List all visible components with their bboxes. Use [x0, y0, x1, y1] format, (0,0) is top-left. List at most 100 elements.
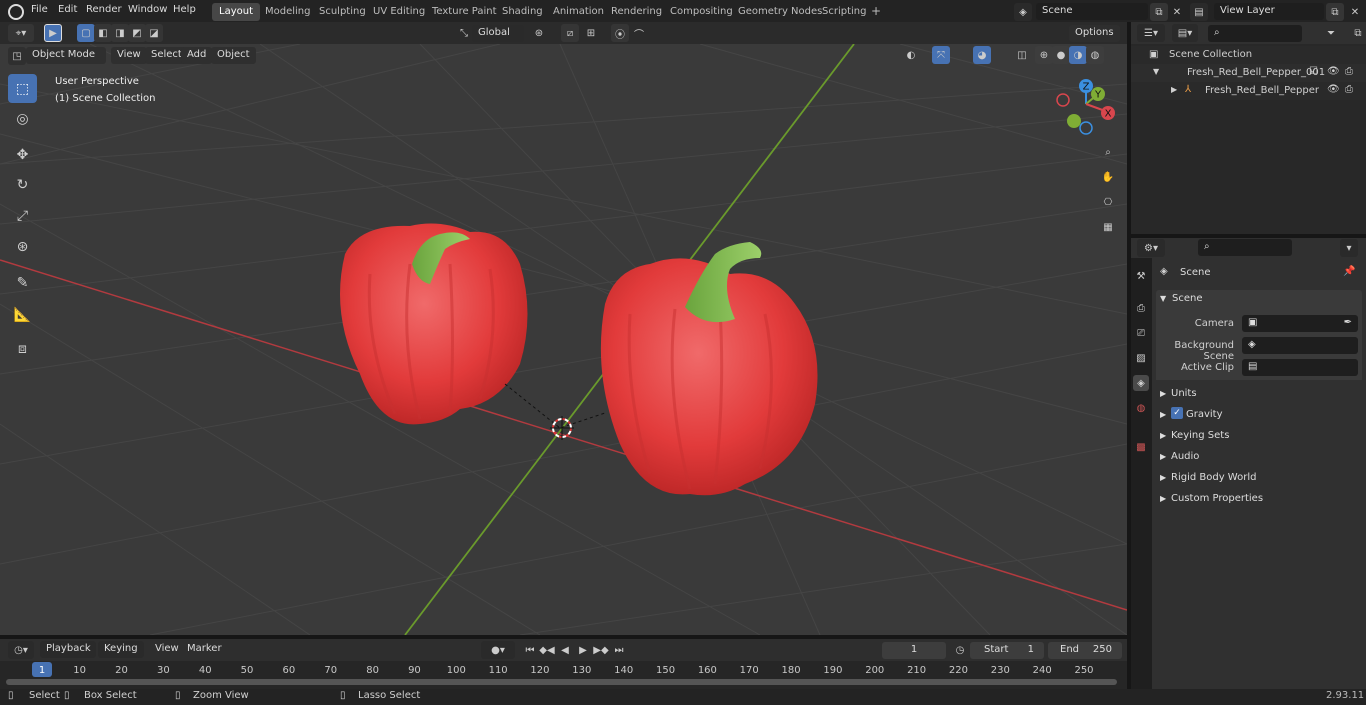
pepper-left[interactable]: [340, 223, 528, 425]
outliner-editor-type-icon[interactable]: ☰▾: [1137, 24, 1165, 42]
pivot-point-icon[interactable]: ⊛: [530, 24, 548, 42]
timeline-scrollbar[interactable]: [6, 679, 1117, 685]
tab-scripting[interactable]: Scripting: [815, 3, 873, 21]
tab-modeling[interactable]: Modeling: [258, 3, 318, 21]
select-mode-subtract-icon[interactable]: ◨: [111, 24, 129, 42]
add-workspace-button[interactable]: +: [866, 3, 886, 21]
view-layer-tab-icon[interactable]: ▨: [1133, 350, 1149, 366]
render-tab-icon[interactable]: ⎙: [1133, 300, 1149, 316]
scene-tab-icon[interactable]: ◈: [1133, 375, 1149, 391]
cursor-tool-icon[interactable]: ▶: [44, 24, 62, 42]
preview-range-icon[interactable]: ◷: [951, 641, 969, 659]
camera-view-icon[interactable]: ⎔: [1099, 193, 1117, 211]
menu-marker[interactable]: Marker: [181, 641, 228, 658]
ortho-grid-icon[interactable]: ▦: [1099, 218, 1117, 236]
texture-tab-icon[interactable]: ▩: [1133, 439, 1149, 455]
outliner-row[interactable]: ▣ Scene Collection: [1131, 46, 1366, 64]
shading-wireframe-icon[interactable]: ⊕: [1035, 46, 1053, 64]
transform-orientation-dropdown[interactable]: Global: [472, 25, 524, 42]
transform-orientation-icon[interactable]: ⤡: [455, 24, 473, 42]
tab-animation[interactable]: Animation: [546, 3, 611, 21]
annotate-tool[interactable]: ✎: [8, 268, 37, 297]
xray-icon[interactable]: ◫: [1013, 46, 1031, 64]
menu-edit[interactable]: Edit: [58, 4, 77, 15]
pan-hand-icon[interactable]: ✋: [1099, 168, 1117, 186]
gravity-panel[interactable]: ▶ ✓ Gravity: [1156, 406, 1362, 426]
delete-view-layer-icon[interactable]: ✕: [1346, 3, 1364, 21]
outliner-row[interactable]: ▶ ⅄ Fresh_Red_Bell_Pepper 👁 ⎙: [1131, 82, 1366, 100]
expand-chevron-icon[interactable]: ▼: [1153, 67, 1159, 76]
object-mode-icon[interactable]: ◳: [8, 47, 26, 65]
background-scene-field[interactable]: ◈: [1242, 337, 1358, 354]
audio-panel[interactable]: ▶ Audio: [1156, 448, 1362, 468]
tab-uv-editing[interactable]: UV Editing: [366, 3, 432, 21]
properties-options-icon[interactable]: ▾: [1340, 239, 1358, 257]
select-mode-intersect-icon[interactable]: ◪: [145, 24, 163, 42]
select-box-tool[interactable]: ⬚: [8, 74, 37, 103]
current-frame-field[interactable]: 1: [882, 642, 946, 659]
scale-tool[interactable]: ⤢: [8, 201, 37, 230]
navigation-gizmo[interactable]: Z Y X: [1050, 74, 1122, 138]
new-collection-icon[interactable]: ⧉: [1349, 24, 1366, 42]
keying-sets-panel[interactable]: ▶ Keying Sets: [1156, 427, 1362, 447]
gizmo-toggle-icon[interactable]: ⤧: [932, 46, 950, 64]
tab-rendering[interactable]: Rendering: [604, 3, 669, 21]
snap-target-icon[interactable]: ⊞: [582, 24, 600, 42]
menu-object[interactable]: Object: [211, 47, 256, 64]
falloff-icon[interactable]: ⌒: [630, 24, 648, 42]
scene-name-field[interactable]: Scene: [1036, 3, 1148, 20]
tool-tab-icon[interactable]: ⚒: [1133, 268, 1149, 284]
select-mode-new-icon[interactable]: ▢: [77, 24, 95, 42]
tab-sculpting[interactable]: Sculpting: [312, 3, 373, 21]
move-tool[interactable]: ✥: [8, 140, 37, 169]
gravity-checkbox[interactable]: ✓: [1171, 407, 1183, 419]
delete-scene-icon[interactable]: ✕: [1168, 3, 1186, 21]
timeline-editor-type-icon[interactable]: ◷▾: [8, 641, 34, 659]
menu-view[interactable]: View: [111, 47, 147, 64]
camera-icon[interactable]: ⎙: [1345, 66, 1353, 77]
select-mode-extend-icon[interactable]: ◧: [94, 24, 112, 42]
tab-layout[interactable]: Layout: [212, 3, 260, 21]
tab-compositing[interactable]: Compositing: [663, 3, 740, 21]
object-mode-dropdown[interactable]: Object Mode: [26, 47, 106, 64]
menu-keying[interactable]: Keying: [98, 641, 144, 658]
tab-texture-paint[interactable]: Texture Paint: [425, 3, 504, 21]
properties-editor-type-icon[interactable]: ⚙▾: [1137, 239, 1165, 257]
start-frame-field[interactable]: Start 1: [970, 642, 1044, 659]
jump-keyframe-forward-icon[interactable]: ▶◆: [592, 641, 610, 659]
blender-logo-icon[interactable]: [8, 4, 24, 20]
camera-icon[interactable]: ⎙: [1345, 84, 1353, 95]
rigid-body-world-panel[interactable]: ▶ Rigid Body World: [1156, 469, 1362, 489]
menu-timeline-view[interactable]: View: [149, 641, 185, 658]
checkbox-icon[interactable]: ☑: [1309, 66, 1318, 77]
play-reverse-icon[interactable]: ◀: [556, 641, 574, 659]
overlay-toggle-icon[interactable]: ◕: [973, 46, 991, 64]
outliner-row[interactable]: ▼ Fresh_Red_Bell_Pepper_001 ☑ 👁 ⎙: [1131, 64, 1366, 82]
menu-window[interactable]: Window: [128, 4, 167, 15]
shading-solid-icon[interactable]: ●: [1052, 46, 1070, 64]
eye-icon[interactable]: 👁: [1327, 66, 1340, 77]
menu-add[interactable]: Add: [181, 47, 213, 64]
record-icon[interactable]: ●▾: [481, 641, 515, 659]
editor-type-icon[interactable]: ⌖▾: [8, 24, 34, 42]
eyedropper-icon[interactable]: ✒: [1344, 317, 1352, 328]
menu-help[interactable]: Help: [173, 4, 196, 15]
cursor-tool[interactable]: ◎: [8, 104, 37, 133]
play-icon[interactable]: ▶: [574, 641, 592, 659]
custom-properties-panel[interactable]: ▶ Custom Properties: [1156, 490, 1362, 510]
scene-panel-header[interactable]: ▼ Scene: [1156, 290, 1362, 310]
menu-file[interactable]: File: [31, 4, 48, 15]
visibility-icon[interactable]: ◐: [902, 46, 920, 64]
active-clip-field[interactable]: ▤: [1242, 359, 1358, 376]
display-mode-icon[interactable]: ▤▾: [1172, 24, 1198, 42]
proportional-edit-icon[interactable]: ⦿: [611, 24, 629, 42]
options-dropdown[interactable]: Options: [1069, 25, 1120, 42]
measure-tool[interactable]: 📐: [8, 300, 37, 329]
eye-icon[interactable]: 👁: [1327, 84, 1340, 95]
shading-rendered-icon[interactable]: ◍: [1086, 46, 1104, 64]
units-panel[interactable]: ▶ Units: [1156, 385, 1362, 405]
jump-keyframe-back-icon[interactable]: ◆◀: [538, 641, 556, 659]
pin-icon[interactable]: 📌: [1343, 266, 1355, 277]
outliner-search-input[interactable]: ⌕: [1208, 25, 1302, 42]
new-view-layer-icon[interactable]: ⧉: [1326, 3, 1344, 21]
